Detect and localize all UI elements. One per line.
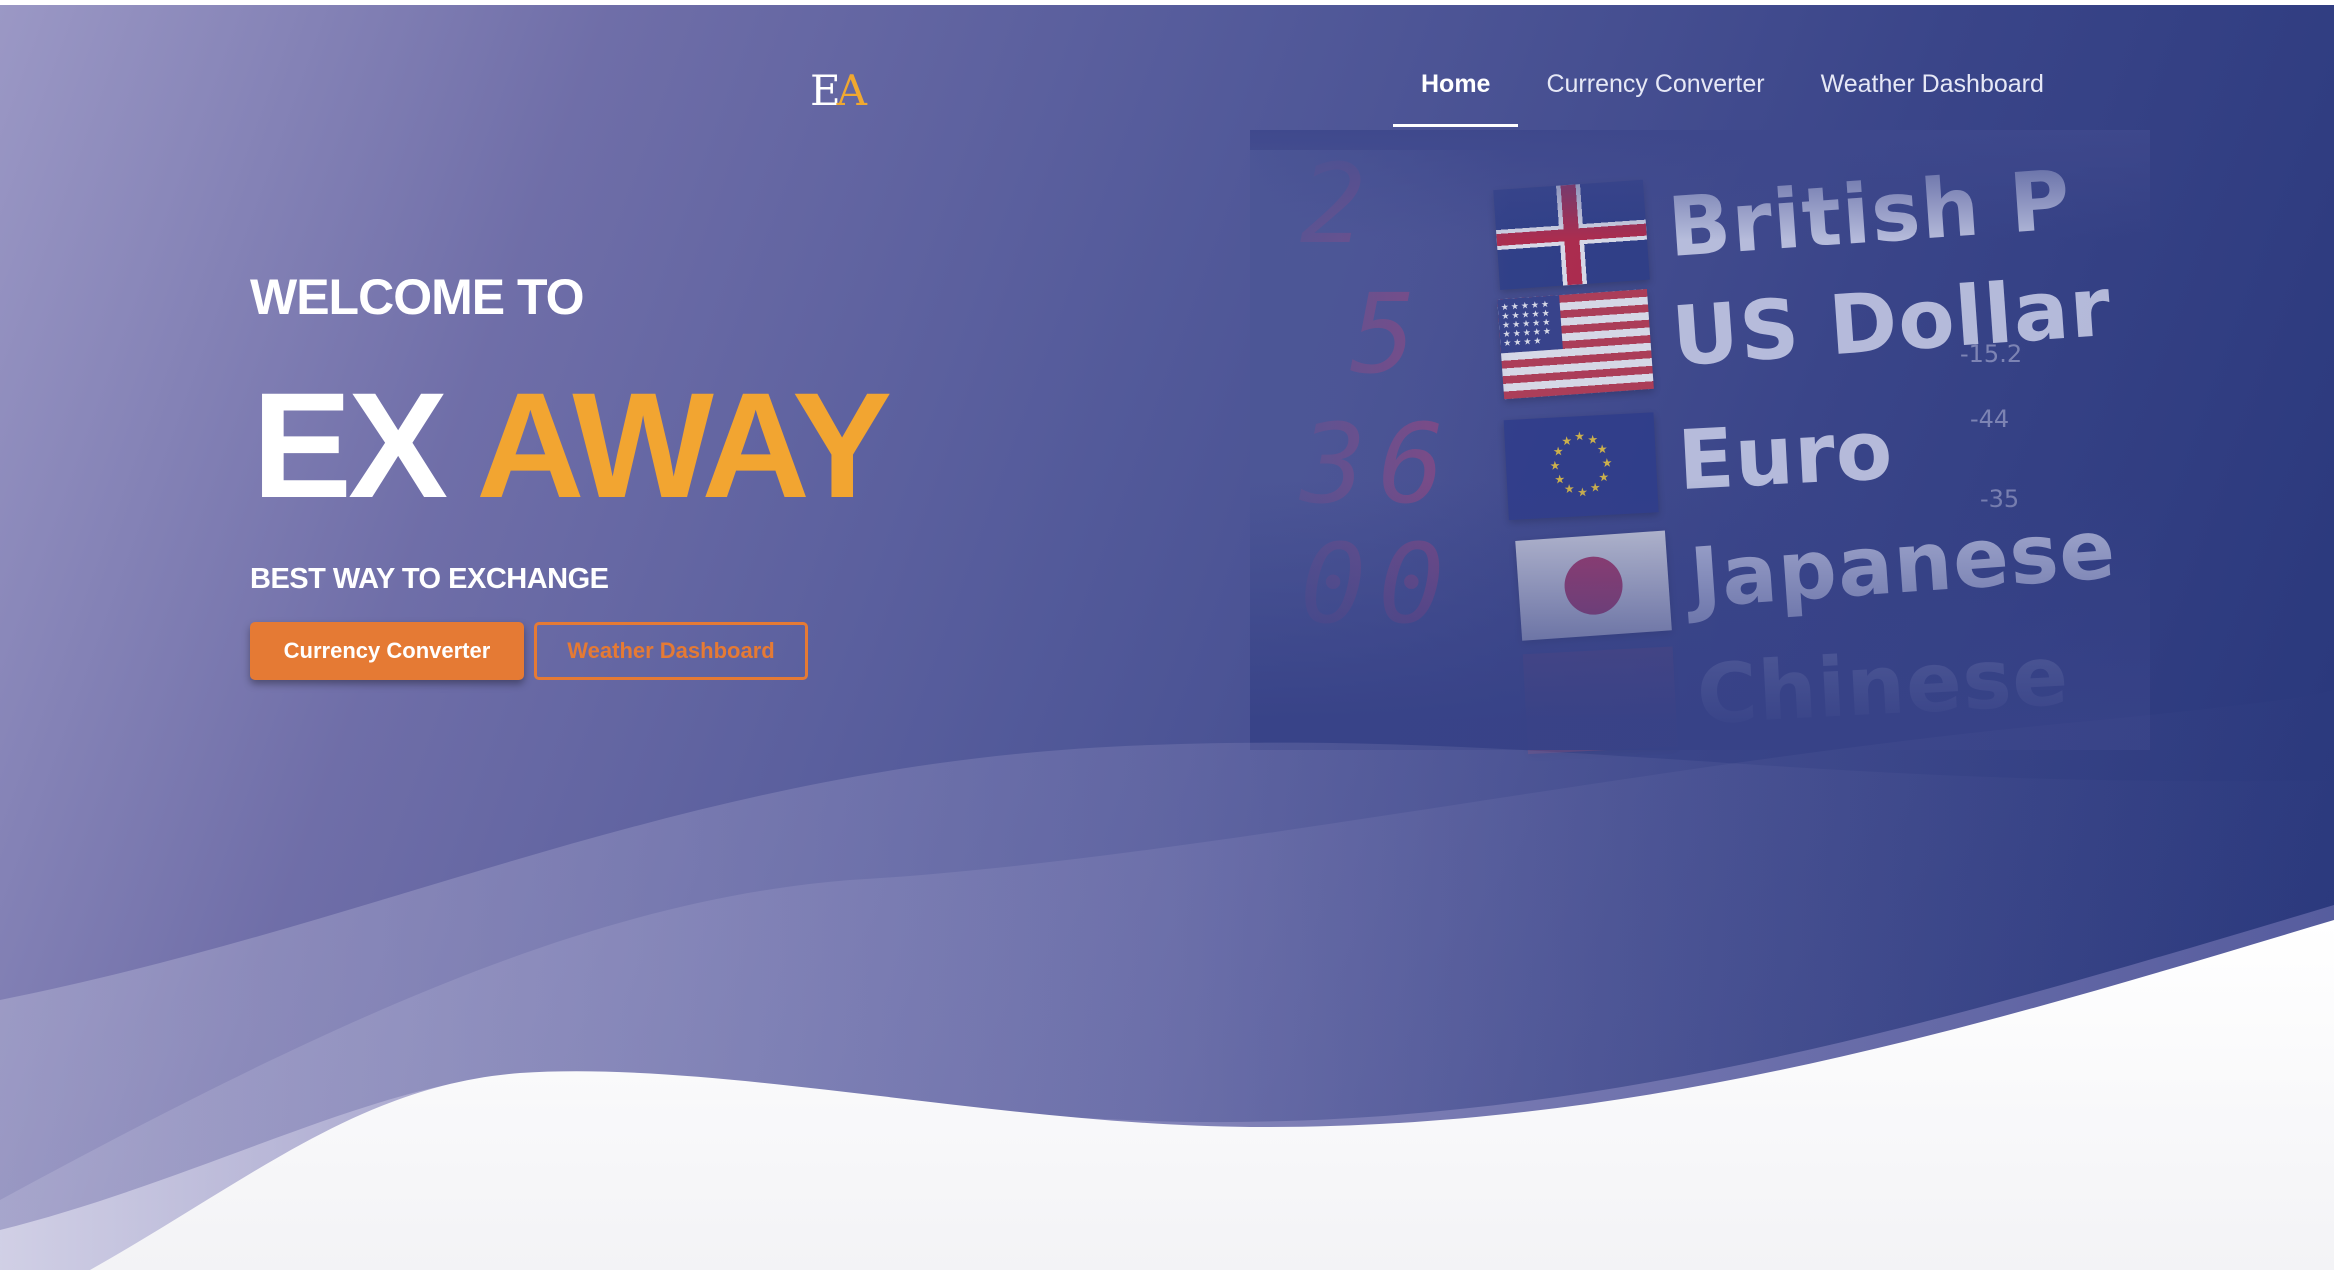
weather-dashboard-button[interactable]: Weather Dashboard	[534, 622, 808, 680]
welcome-heading: WELCOME TO	[250, 269, 585, 325]
nav-item-home[interactable]: Home	[1393, 60, 1519, 127]
nav-item-weather-dashboard[interactable]: Weather Dashboard	[1793, 60, 2072, 127]
brand-title-ex: EX	[252, 361, 448, 529]
logo-letter-e: E	[810, 66, 841, 115]
brand-title: EX AWAY	[252, 360, 892, 530]
logo-letter-a: A	[836, 66, 867, 115]
brand-title-away: AWAY	[476, 361, 892, 529]
nav-item-currency-converter[interactable]: Currency Converter	[1518, 60, 1792, 127]
brand-logo[interactable]: E A	[810, 66, 867, 115]
currency-converter-button[interactable]: Currency Converter	[250, 622, 524, 680]
main-nav: Home Currency Converter Weather Dashboar…	[1393, 60, 2072, 127]
tagline: BEST WAY TO EXCHANGE	[250, 563, 609, 595]
